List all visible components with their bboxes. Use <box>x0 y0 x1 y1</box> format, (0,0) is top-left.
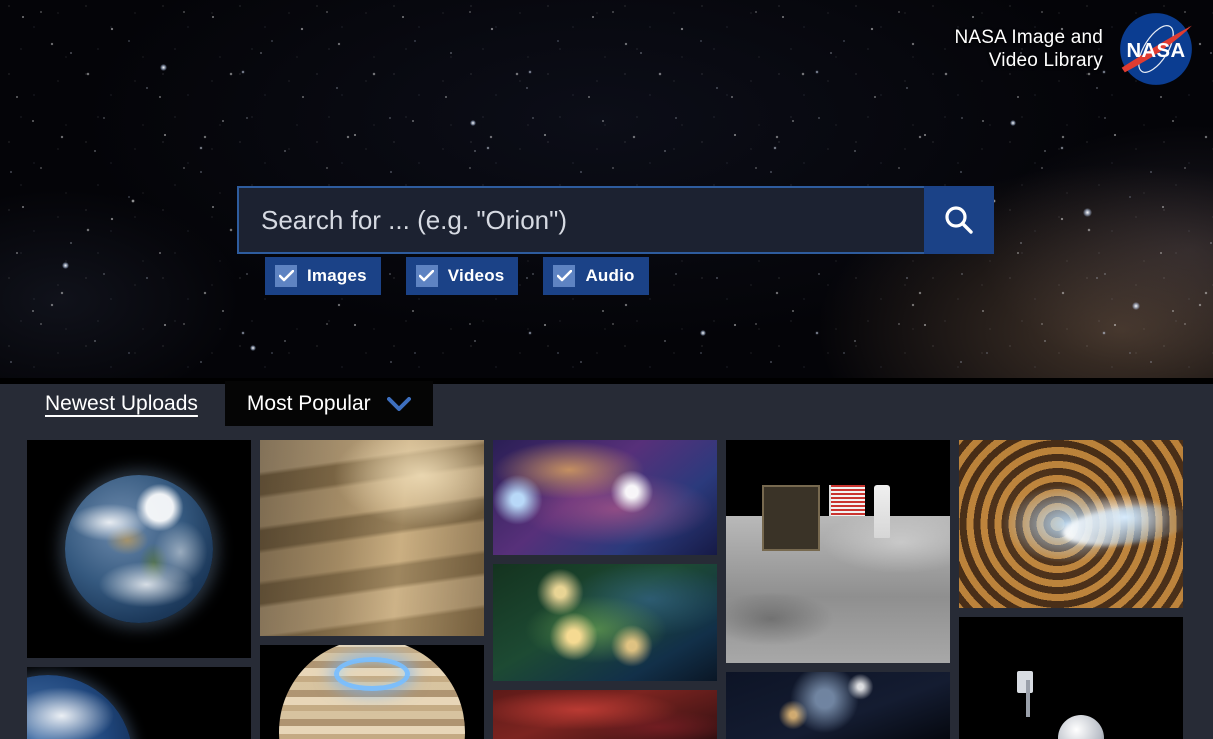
thumbnail-black-hole-jet[interactable] <box>959 440 1183 608</box>
filter-images[interactable]: Images <box>265 257 381 295</box>
check-icon <box>278 270 294 282</box>
hero-banner: NASA Image and Video Library NASA Search… <box>0 0 1213 378</box>
search-icon <box>945 206 973 234</box>
thumbnail-earth-full-disk[interactable] <box>27 440 251 658</box>
nasa-meatball-logo: NASA <box>1120 13 1192 85</box>
bright-star <box>1010 120 1016 126</box>
bright-star <box>470 120 476 126</box>
thumbnail-apollo-moon-landing[interactable] <box>726 440 950 663</box>
filter-videos-label: Videos <box>447 266 505 285</box>
earth-globe-art <box>65 475 213 623</box>
grid-column <box>260 440 484 739</box>
thumbnail-mars-cliff[interactable] <box>260 440 484 636</box>
nasa-image-video-library-page: NASA Image and Video Library NASA Search… <box>0 0 1213 739</box>
thumbnail-jupiter-aurora[interactable] <box>260 645 484 739</box>
eva-arm-art <box>1026 680 1031 718</box>
filter-images-label: Images <box>307 266 367 285</box>
thumbnail-galactic-center[interactable] <box>493 440 717 555</box>
bright-star <box>700 330 706 336</box>
site-title: NASA Image and Video Library <box>954 27 1103 71</box>
sort-tabs: Newest Uploads Most Popular <box>0 381 1213 426</box>
grid-column <box>726 440 950 739</box>
check-icon <box>419 270 435 282</box>
results-grid <box>0 440 1213 739</box>
lunar-module-art <box>761 484 821 552</box>
bright-star <box>1083 208 1092 217</box>
thumbnail-green-nebula[interactable] <box>493 564 717 681</box>
grid-column <box>493 440 717 739</box>
search-row <box>237 186 994 254</box>
filter-audio-label: Audio <box>585 266 635 285</box>
media-type-filters: Images Videos Audio <box>265 257 649 295</box>
bright-star <box>1132 302 1140 310</box>
jupiter-aurora-art <box>334 657 410 691</box>
black-hole-jet-art <box>1060 499 1183 552</box>
chevron-down-icon <box>386 396 411 411</box>
checkbox-images[interactable] <box>275 265 297 287</box>
svg-text:NASA: NASA <box>1127 40 1186 62</box>
thumbnail-astronaut-spacewalk[interactable] <box>959 617 1183 739</box>
checkbox-videos[interactable] <box>415 265 438 287</box>
astronaut-helmet-art <box>1057 714 1104 739</box>
site-brand[interactable]: NASA Image and Video Library NASA <box>954 10 1195 88</box>
earth-limb-art <box>27 675 133 739</box>
tab-newest-uploads[interactable]: Newest Uploads <box>0 381 225 426</box>
thumbnail-earth-limb[interactable] <box>27 667 251 739</box>
tab-most-popular-label: Most Popular <box>246 391 371 415</box>
thumbnail-star-cluster[interactable] <box>726 672 950 739</box>
search-input[interactable] <box>237 186 924 254</box>
bright-star <box>62 262 69 269</box>
astronaut-art <box>873 484 890 539</box>
tab-newest-uploads-label: Newest Uploads <box>45 391 198 415</box>
moon-ground-art <box>726 515 950 663</box>
bright-star <box>160 64 167 71</box>
filter-audio[interactable]: Audio <box>543 257 649 295</box>
search-submit-button[interactable] <box>924 186 994 254</box>
bright-star <box>250 345 256 351</box>
check-icon <box>556 270 572 282</box>
thumbnail-red-nebula[interactable] <box>493 690 717 739</box>
filter-videos[interactable]: Videos <box>405 257 519 295</box>
search-area: Images Videos Au <box>237 186 994 295</box>
grid-column <box>27 440 251 739</box>
us-flag-art <box>829 484 865 516</box>
grid-column <box>959 440 1183 739</box>
checkbox-audio[interactable] <box>553 265 576 287</box>
tab-most-popular[interactable]: Most Popular <box>224 381 433 426</box>
